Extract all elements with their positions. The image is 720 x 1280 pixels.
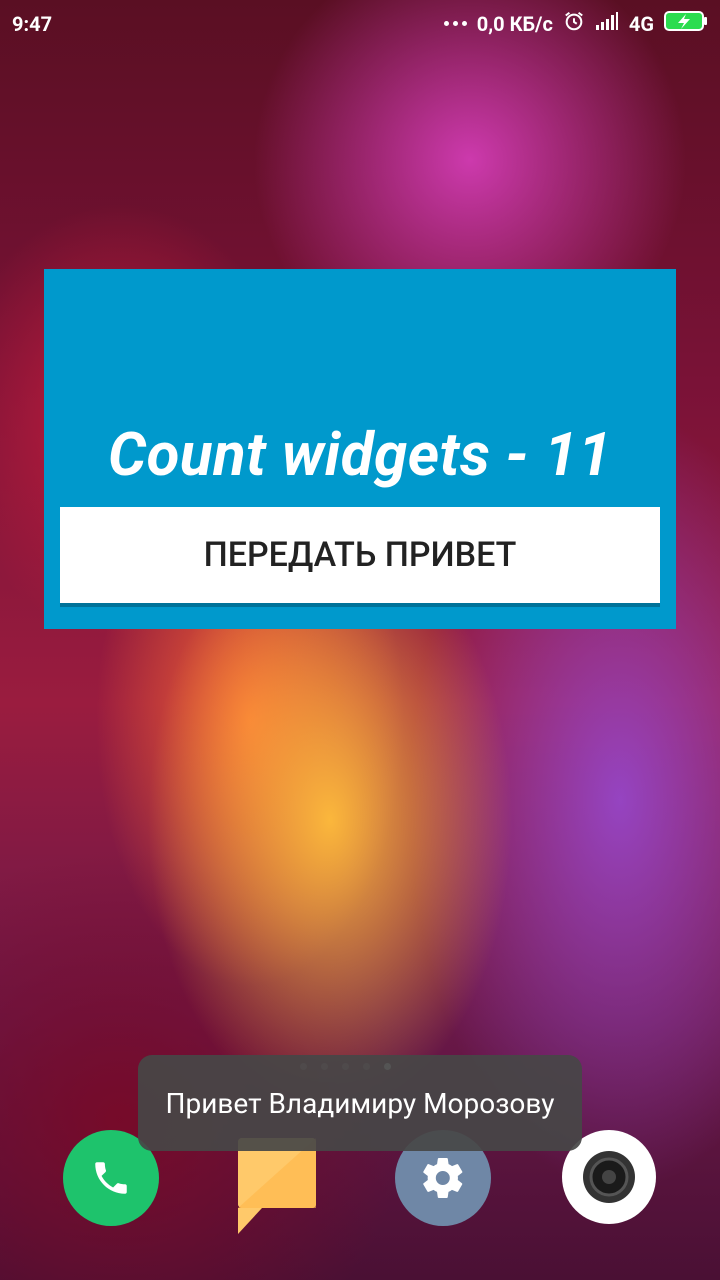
network-type: 4G xyxy=(628,11,654,36)
status-time: 9:47 xyxy=(12,12,53,36)
send-greeting-button[interactable]: ПЕРЕДАТЬ ПРИВЕТ xyxy=(60,507,660,603)
network-speed: 0,0 КБ/с xyxy=(476,11,553,36)
status-icons: 0,0 КБ/с 4G xyxy=(443,10,708,37)
more-dots-icon xyxy=(443,21,467,26)
signal-icon xyxy=(595,11,619,36)
battery-charging-icon xyxy=(664,10,708,37)
status-bar: 9:47 0,0 КБ/с 4G xyxy=(0,0,720,48)
count-widget: Count widgets - 11 ПЕРЕДАТЬ ПРИВЕТ xyxy=(44,269,676,629)
widget-count-text: Count widgets - 11 xyxy=(108,419,612,490)
toast-message: Привет Владимиру Морозову xyxy=(138,1055,582,1151)
alarm-icon xyxy=(563,10,585,37)
